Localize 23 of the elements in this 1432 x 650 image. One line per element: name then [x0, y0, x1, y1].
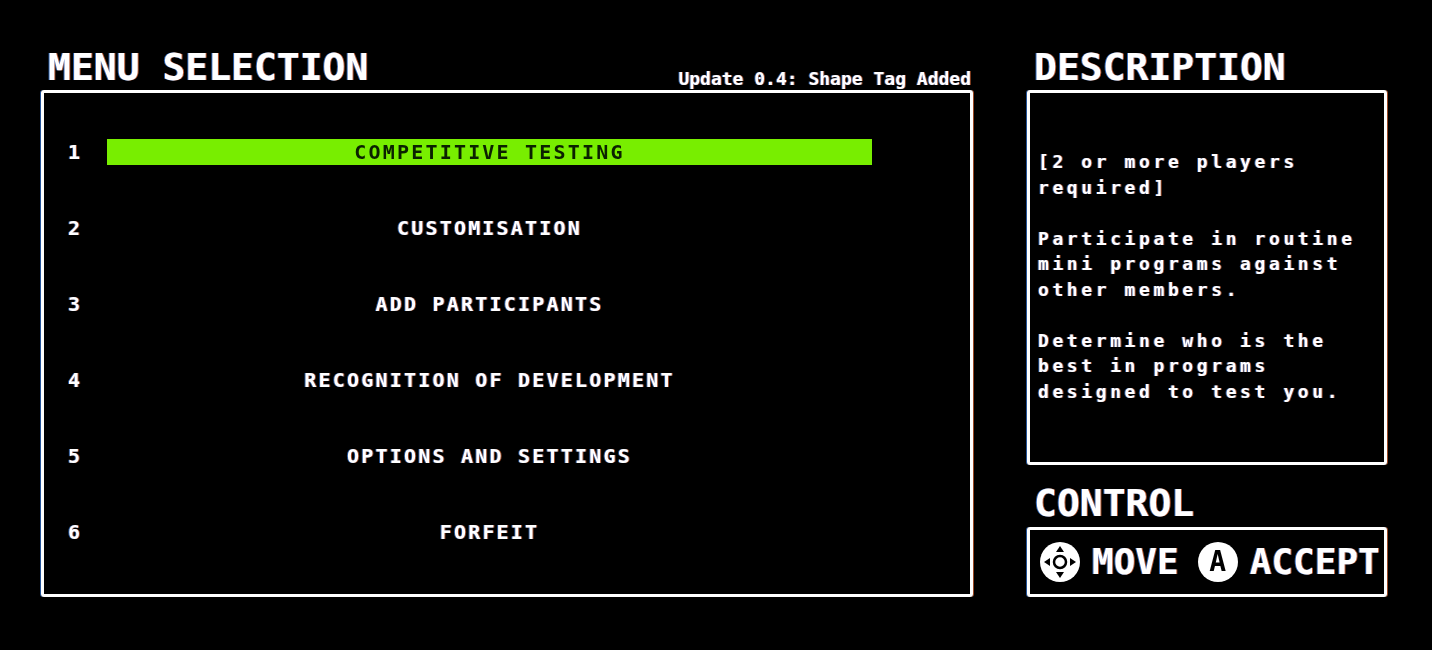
item-number: 3 [68, 291, 82, 317]
item-number: 5 [68, 443, 82, 469]
item-number: 2 [68, 215, 82, 241]
menu-item[interactable]: OPTIONS AND SETTINGS [107, 443, 872, 469]
menu-item[interactable]: FORFEIT [107, 519, 872, 545]
menu-item[interactable]: CUSTOMISATION [107, 215, 872, 241]
menu-item[interactable]: COMPETITIVE TESTING [107, 139, 872, 165]
menu-item[interactable]: RECOGNITION OF DEVELOPMENT [107, 367, 872, 393]
control-title: CONTROL [1033, 484, 1195, 522]
description-title: DESCRIPTION [1033, 48, 1286, 86]
description-text: [2 or more players required] [1038, 150, 1299, 200]
control-label: MOVE [1092, 542, 1179, 582]
item-number: 6 [68, 519, 82, 545]
control-label: ACCEPT [1249, 542, 1380, 582]
update-note: Update 0.4: Shape Tag Added [678, 70, 972, 88]
menu-title: MENU SELECTION [47, 48, 369, 86]
item-number: 1 [68, 139, 82, 165]
description-text: Participate in routine mini programs against other members. [1038, 226, 1357, 302]
dpad-icon [1040, 542, 1080, 582]
controller-button-icon: A [1197, 542, 1238, 582]
item-number: 4 [68, 367, 82, 393]
description-text: Determine who is the best in programs designed to test you. [1038, 328, 1343, 404]
menu-item[interactable]: ADD PARTICIPANTS [107, 291, 872, 317]
